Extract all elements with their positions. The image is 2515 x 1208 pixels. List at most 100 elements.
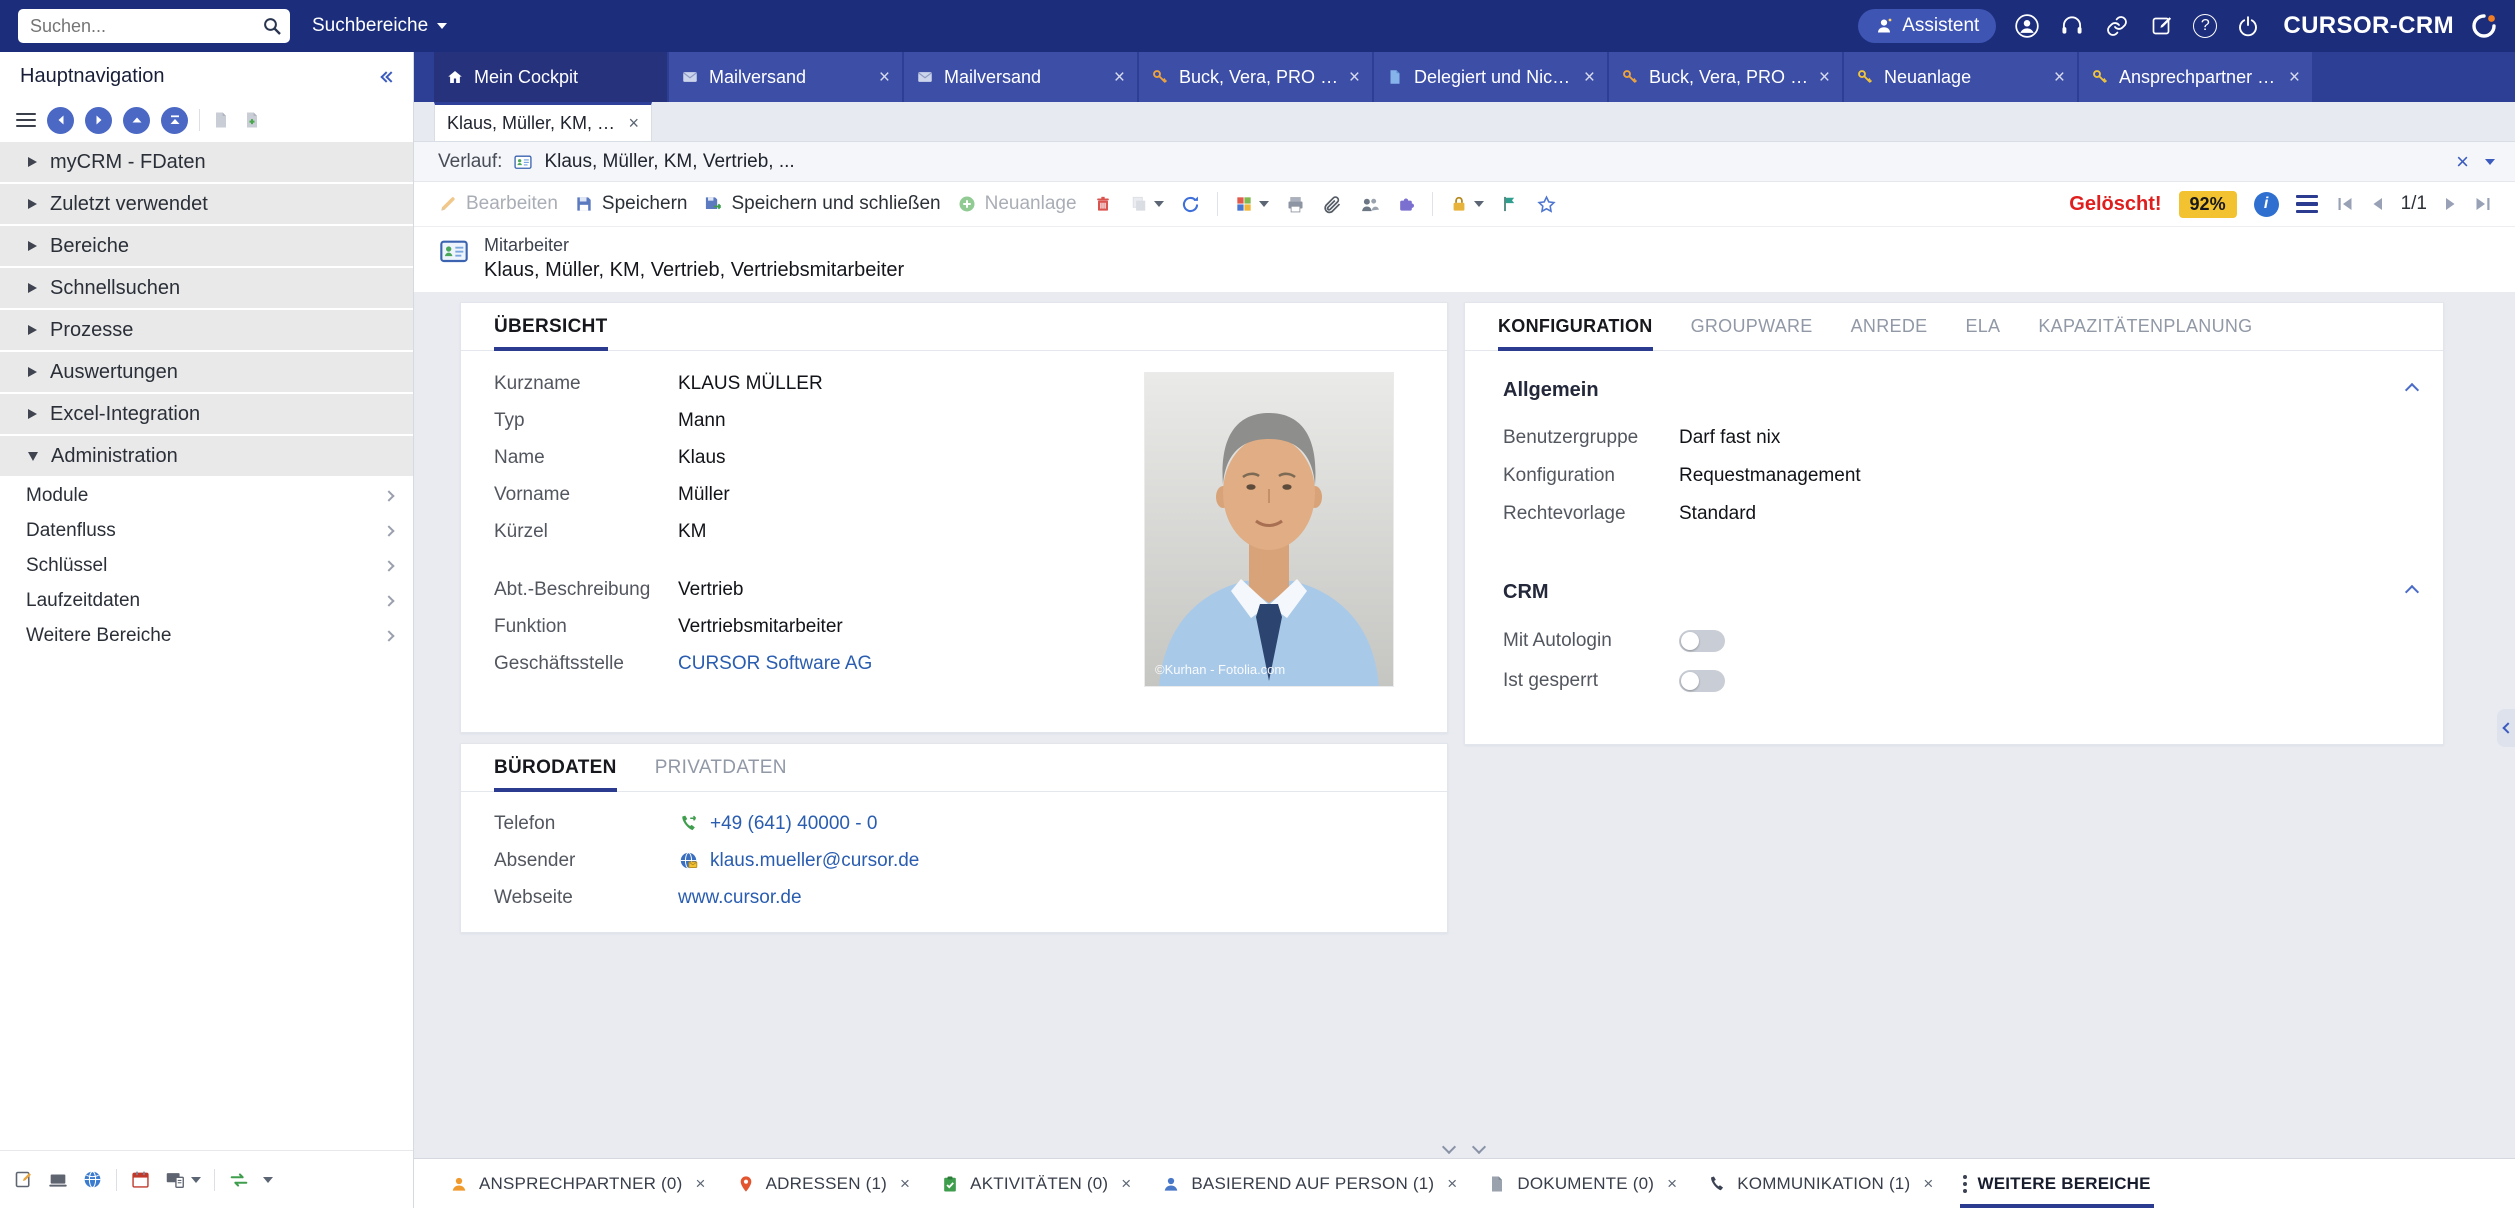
collapse-section-icon[interactable] xyxy=(2405,585,2419,599)
workflow-flag-button[interactable] xyxy=(1500,194,1520,214)
bottom-tab-dokumente[interactable]: DOKUMENTE (0) × xyxy=(1472,1159,1692,1208)
sidebar-subitem-module[interactable]: Module xyxy=(0,478,413,513)
website-link[interactable]: www.cursor.de xyxy=(678,887,802,909)
close-icon[interactable]: × xyxy=(879,68,890,87)
nav-top-button[interactable] xyxy=(161,107,188,134)
global-search[interactable] xyxy=(18,9,290,43)
chevron-down-icon[interactable] xyxy=(1472,1140,1486,1154)
phone-number-link[interactable]: +49 (641) 40000 - 0 xyxy=(710,813,877,835)
info-icon[interactable]: i xyxy=(2254,192,2279,217)
close-icon[interactable]: × xyxy=(1447,1174,1457,1194)
chevron-down-icon[interactable] xyxy=(263,1177,273,1183)
support-headset-icon[interactable] xyxy=(2058,12,2086,40)
devices-icon[interactable] xyxy=(47,1169,69,1191)
monitor-document-icon[interactable] xyxy=(164,1169,201,1191)
print-button[interactable] xyxy=(1285,194,1306,215)
close-icon[interactable]: × xyxy=(2289,68,2300,87)
tab-kapazitaetenplanung[interactable]: KAPAZITÄTENPLANUNG xyxy=(2038,303,2252,350)
sidebar-item-excel-integration[interactable]: Excel-Integration xyxy=(0,394,413,434)
right-panel-toggle[interactable] xyxy=(2497,709,2515,747)
menu-icon[interactable] xyxy=(16,113,36,128)
close-icon[interactable]: × xyxy=(900,1174,910,1194)
bottom-tab-basierend-auf-person[interactable]: BASIEREND AUF PERSON (1) × xyxy=(1146,1159,1472,1208)
sidebar-subitem-weitere-bereiche[interactable]: Weitere Bereiche xyxy=(0,618,413,653)
workspace-tab-neuanlage[interactable]: Neuanlage × xyxy=(1844,52,2077,102)
close-icon[interactable]: × xyxy=(1667,1174,1677,1194)
history-entry[interactable]: Klaus, Müller, KM, Vertrieb, ... xyxy=(544,151,794,173)
edit-note-icon[interactable] xyxy=(2148,12,2176,40)
sidebar-collapse-icon[interactable] xyxy=(385,73,395,81)
close-icon[interactable]: × xyxy=(1584,68,1595,87)
last-record-icon[interactable] xyxy=(2473,194,2493,214)
note-edit-icon[interactable] xyxy=(13,1169,34,1190)
bottom-tab-weitere-bereiche[interactable]: WEITERE BEREICHE xyxy=(1948,1159,2165,1208)
contacts-button[interactable] xyxy=(1359,194,1380,215)
nav-back-button[interactable] xyxy=(47,107,74,134)
bottom-tab-aktivitaeten[interactable]: AKTIVITÄTEN (0) × xyxy=(925,1159,1146,1208)
workspace-tab-delegiert[interactable]: Delegiert und Nicht ... × xyxy=(1374,52,1607,102)
workspace-tab-ansprechpartner[interactable]: Ansprechpartner im... × xyxy=(2079,52,2312,102)
close-icon[interactable]: × xyxy=(1349,68,1360,87)
save-close-button[interactable]: Speichern und schließen xyxy=(703,193,940,215)
workspace-tab-mailversand-1[interactable]: Mailversand × xyxy=(669,52,902,102)
workspace-tab-buck-vera-2[interactable]: Buck, Vera, PRO MA... × xyxy=(1609,52,1842,102)
save-button[interactable]: Speichern xyxy=(574,193,688,215)
sidebar-item-bereiche[interactable]: Bereiche xyxy=(0,226,413,266)
link-icon[interactable] xyxy=(2103,12,2131,40)
assistant-button[interactable]: Assistent xyxy=(1858,9,1996,43)
globe-icon[interactable] xyxy=(82,1169,103,1190)
search-icon[interactable] xyxy=(262,16,282,36)
bottom-panel-collapse[interactable] xyxy=(1444,1142,1484,1152)
sidebar-item-prozesse[interactable]: Prozesse xyxy=(0,310,413,350)
close-icon[interactable]: × xyxy=(628,113,639,134)
user-account-icon[interactable] xyxy=(2013,12,2041,40)
close-icon[interactable]: × xyxy=(1121,1174,1131,1194)
chevron-down-icon[interactable] xyxy=(2485,159,2495,165)
sidebar-subitem-schluessel[interactable]: Schlüssel xyxy=(0,548,413,583)
tab-uebersicht[interactable]: ÜBERSICHT xyxy=(494,303,608,350)
tab-konfiguration[interactable]: KONFIGURATION xyxy=(1498,303,1653,350)
close-icon[interactable]: × xyxy=(1819,68,1830,87)
sidebar-item-administration[interactable]: Administration xyxy=(0,436,413,476)
sidebar-item-auswertungen[interactable]: Auswertungen xyxy=(0,352,413,392)
document-tab-klaus-mueller[interactable]: Klaus, Müller, KM, V... × xyxy=(434,102,652,141)
calendar-icon[interactable] xyxy=(130,1169,151,1190)
delete-button[interactable] xyxy=(1093,194,1113,214)
attachment-button[interactable] xyxy=(1322,194,1343,215)
close-icon[interactable]: × xyxy=(2054,68,2065,87)
email-link[interactable]: klaus.mueller@cursor.de xyxy=(710,850,919,872)
workspace-tab-mein-cockpit[interactable]: Mein Cockpit xyxy=(434,52,667,102)
sidebar-item-zuletzt-verwendet[interactable]: Zuletzt verwendet xyxy=(0,184,413,224)
sidebar-subitem-laufzeitdaten[interactable]: Laufzeitdaten xyxy=(0,583,413,618)
bottom-tab-kommunikation[interactable]: KOMMUNIKATION (1) × xyxy=(1692,1159,1948,1208)
collapse-section-icon[interactable] xyxy=(2405,383,2419,397)
search-input[interactable] xyxy=(30,16,252,37)
menu-icon[interactable] xyxy=(2296,195,2318,213)
next-record-icon[interactable] xyxy=(2440,194,2460,214)
first-record-icon[interactable] xyxy=(2335,194,2355,214)
transfer-icon[interactable] xyxy=(228,1169,250,1191)
sidebar-item-schnellsuchen[interactable]: Schnellsuchen xyxy=(0,268,413,308)
help-icon[interactable]: ? xyxy=(2193,14,2217,38)
autologin-toggle[interactable] xyxy=(1679,630,1725,652)
gesperrt-toggle[interactable] xyxy=(1679,670,1725,692)
refresh-button[interactable] xyxy=(1180,194,1201,215)
close-icon[interactable]: × xyxy=(695,1174,705,1194)
edit-button[interactable]: Bearbeiten xyxy=(438,193,558,215)
nav-forward-button[interactable] xyxy=(85,107,112,134)
close-icon[interactable]: × xyxy=(1114,68,1125,87)
sidebar-item-mycrm[interactable]: myCRM - FDaten xyxy=(0,142,413,182)
prev-record-icon[interactable] xyxy=(2368,194,2388,214)
workspace-tab-mailversand-2[interactable]: Mailversand × xyxy=(904,52,1137,102)
geschaeftsstelle-link[interactable]: CURSOR Software AG xyxy=(678,653,872,675)
chevron-down-icon[interactable] xyxy=(1442,1140,1456,1154)
copy-button[interactable] xyxy=(1129,194,1164,214)
tab-privatdaten[interactable]: PRIVATDATEN xyxy=(655,744,787,791)
permissions-button[interactable] xyxy=(1449,194,1484,214)
close-icon[interactable]: × xyxy=(2456,151,2469,173)
favorite-button[interactable] xyxy=(1536,194,1557,215)
tab-groupware[interactable]: GROUPWARE xyxy=(1691,303,1813,350)
new-document-icon[interactable] xyxy=(211,110,231,130)
close-icon[interactable]: × xyxy=(1923,1174,1933,1194)
bottom-tab-adressen[interactable]: ADRESSEN (1) × xyxy=(721,1159,926,1208)
